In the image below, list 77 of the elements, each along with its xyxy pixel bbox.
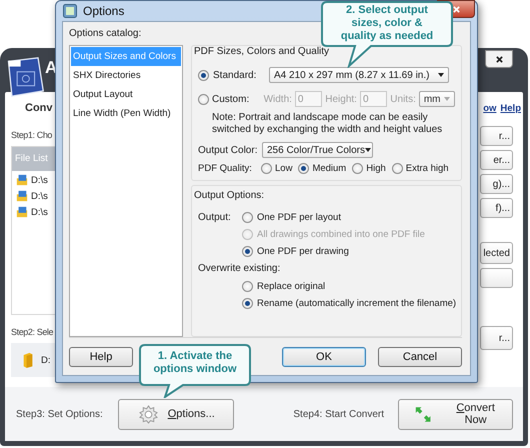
caret-icon — [365, 148, 372, 152]
caret-icon — [438, 73, 444, 77]
step-label: Step1: Cho — [11, 130, 52, 140]
radio-button[interactable] — [242, 212, 253, 222]
radio-button[interactable] — [261, 163, 272, 174]
step-label: Step4: Start Convert — [293, 408, 384, 420]
radio-button[interactable] — [198, 94, 209, 104]
callout-text: 2. Select output sizes, color & quality as needed — [340, 4, 434, 43]
option-label: Low — [275, 163, 292, 174]
option-label: One PDF per layout — [257, 212, 341, 222]
close-icon — [452, 6, 460, 12]
radio-button[interactable] — [198, 70, 209, 80]
menu-link[interactable]: Help — [500, 103, 521, 114]
settings-icon — [138, 404, 158, 424]
radio-button[interactable] — [392, 163, 403, 174]
option-label: Replace original — [257, 280, 326, 292]
group-title: Output Options: — [194, 190, 264, 202]
file-icon — [16, 190, 28, 202]
radio-button[interactable] — [352, 163, 364, 174]
file-path[interactable]: D:\s — [31, 174, 48, 186]
option-label: Extra high — [406, 163, 449, 174]
cancel-button[interactable]: Cancel — [378, 346, 462, 366]
callout-text: 1. Activate the options window — [152, 350, 238, 376]
side-button[interactable]: r... — [480, 326, 513, 350]
file-icon — [16, 206, 28, 218]
side-button[interactable]: f)... — [480, 198, 513, 218]
paper-size-dropdown[interactable]: A4 210 x 297 mm (8.27 x 11.69 in.) — [269, 67, 449, 83]
close-icon — [496, 56, 502, 62]
option-label: All drawings combined into one PDF file — [257, 228, 425, 240]
radio-button[interactable] — [242, 280, 253, 292]
option-label: Medium — [312, 163, 346, 174]
side-button[interactable]: g)... — [480, 174, 513, 194]
units-dropdown[interactable]: mm — [418, 91, 455, 107]
option-label: High — [366, 163, 386, 174]
folder-path: D: — [41, 354, 50, 366]
catalog-item[interactable]: Output Layout — [71, 85, 181, 104]
file-icon — [16, 174, 28, 186]
catalog-item[interactable]: Line Width (Pen Width) — [71, 104, 181, 123]
note-text: Note: Portrait and landscape mode can be easily switched by exchanging the width and height values — [212, 112, 444, 136]
catalog-item[interactable]: SHX Directories — [71, 66, 181, 85]
side-button[interactable]: er... — [480, 150, 513, 170]
close-button[interactable] — [485, 50, 513, 68]
color-dropdown[interactable]: 256 Color/True Colors — [262, 142, 373, 158]
option-label: Custom: — [212, 94, 250, 104]
ok-button[interactable]: OK — [282, 346, 366, 366]
catalog-label: Options catalog: — [69, 28, 142, 39]
side-button[interactable] — [480, 268, 513, 288]
list-header: File List — [12, 147, 55, 171]
menu-link[interactable]: ow — [483, 103, 496, 114]
side-button[interactable]: lected — [480, 242, 513, 264]
radio-button[interactable] — [242, 246, 253, 256]
field-label: Overwrite existing: — [198, 263, 282, 274]
app-subtitle: Conv — [25, 102, 52, 114]
group-title: PDF Sizes, Colors and Quality — [194, 46, 330, 58]
app-icon — [63, 4, 77, 18]
options-button[interactable]: Options... — [118, 398, 234, 430]
arrows-icon — [415, 406, 432, 422]
step-label: Step2: Sele — [11, 327, 54, 337]
dialog-title: Options — [83, 4, 124, 18]
field-label: Units: — [390, 94, 416, 104]
field-label: PDF Quality: — [198, 163, 253, 174]
field-label: Output: — [198, 211, 232, 225]
option-label: Rename (automatically increment the filename) — [257, 298, 456, 308]
radio-button[interactable] — [242, 298, 253, 308]
convert-button[interactable]: Convert Now — [398, 398, 513, 430]
help-button[interactable]: Help — [69, 346, 133, 366]
step-label: Step3: Set Options: — [16, 408, 103, 420]
field-label: Height: — [325, 94, 357, 104]
file-path[interactable]: D:\s — [31, 206, 48, 218]
radio-button[interactable] — [298, 163, 310, 174]
caret-icon — [444, 97, 450, 101]
option-label: Standard: — [213, 70, 258, 80]
field-label: Output Color: — [198, 144, 258, 156]
option-label: One PDF per drawing — [257, 246, 349, 256]
side-button[interactable]: r... — [480, 126, 513, 146]
file-path[interactable]: D:\s — [31, 190, 48, 202]
field-label: Width: — [264, 94, 292, 104]
